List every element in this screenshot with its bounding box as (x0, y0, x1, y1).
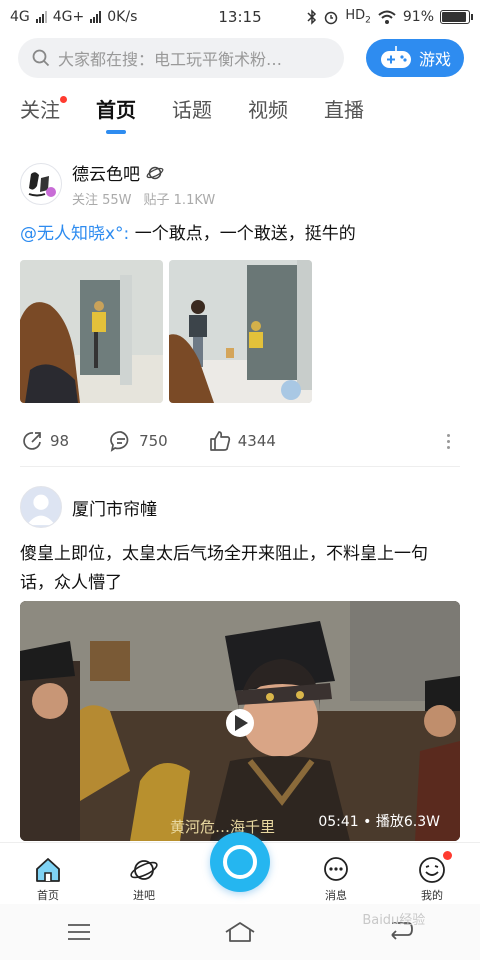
video-duration: 05:41 (318, 814, 359, 830)
default-user-icon (26, 494, 56, 526)
user-avatar[interactable] (20, 486, 62, 528)
forum-name[interactable]: 德云色吧 (72, 160, 215, 185)
post-header: 德云色吧 关注 55W 贴子 1.1KW (0, 160, 480, 208)
message-icon (324, 857, 348, 881)
tab-home[interactable]: 首页 (96, 94, 136, 134)
nav-forums[interactable]: 进吧 (96, 843, 192, 904)
forum-logo-icon (28, 172, 56, 197)
share-count: 98 (50, 432, 70, 450)
post-image-2[interactable] (169, 260, 312, 403)
smile-icon (419, 857, 445, 883)
video-subtitle: 黄河危…海千里 (170, 818, 276, 836)
tab-follow[interactable]: 关注 (20, 94, 67, 134)
game-button-label: 游戏 (418, 50, 451, 69)
thumbs-up-icon (209, 431, 230, 451)
notification-dot (60, 96, 67, 103)
gamepad-icon (380, 46, 411, 68)
status-left: 4G 4G+ 0K/s (10, 9, 137, 25)
video-frame (20, 601, 460, 841)
battery-percent: 91% (402, 9, 434, 25)
user-name[interactable]: 厦门市帘幢 (72, 495, 157, 520)
search-row: 大家都在搜：电工玩平衡术粉… 游戏 (18, 38, 464, 78)
system-navigation-bar: Baidu经验 (0, 904, 480, 960)
menu-icon[interactable] (66, 922, 92, 942)
follower-count: 关注 55W (72, 193, 132, 208)
game-button[interactable]: 游戏 (366, 39, 464, 77)
post-header: 厦门市帘幢 (0, 486, 480, 528)
active-tab-indicator (106, 130, 126, 134)
forum-avatar[interactable] (20, 163, 62, 205)
wifi-icon (378, 10, 396, 24)
forum-stats: 关注 55W 贴子 1.1KW (72, 189, 215, 208)
mention-link[interactable]: @无人知晓x°: (20, 224, 129, 244)
status-bar: 4G 4G+ 0K/s 13:15 HD2 91% (0, 0, 480, 34)
signal-icon (35, 11, 47, 23)
post-actions: 98 750 4344 (0, 421, 480, 461)
nav-home[interactable]: 首页 (0, 843, 96, 904)
feed-post[interactable]: 德云色吧 关注 55W 贴子 1.1KW @无人知晓x°: 一个敢点，一个敢送，… (0, 160, 480, 461)
like-count: 4344 (237, 432, 276, 450)
delivery-photo (169, 260, 312, 403)
hd-label: HD2 (345, 8, 371, 26)
video-thumbnail[interactable]: 黄河危…海千里 05:41 • 播放6.3W (20, 601, 460, 841)
status-right: HD2 91% (307, 8, 473, 26)
nav-messages[interactable]: 消息 (288, 843, 384, 904)
clock: 13:15 (218, 8, 262, 26)
net-speed: 0K/s (107, 9, 138, 25)
baidu-watermark: Baidu经验 (362, 913, 426, 928)
publish-button[interactable] (210, 832, 270, 892)
video-plays: 播放6.3W (375, 814, 440, 830)
share-icon (23, 432, 41, 450)
post-body[interactable]: @无人知晓x°: 一个敢点，一个敢送，挺牛的 (0, 220, 480, 248)
camera-lens-icon (223, 845, 257, 879)
share-button[interactable]: 98 (20, 429, 69, 453)
home-icon (36, 858, 60, 882)
video-meta: 05:41 • 播放6.3W (318, 814, 440, 830)
network-label-1: 4G (10, 9, 30, 25)
post-text: 一个敢点，一个敢送，挺牛的 (129, 224, 356, 244)
network-label-2: 4G+ (52, 9, 85, 25)
notification-dot (443, 851, 452, 860)
post-count: 贴子 1.1KW (143, 193, 216, 208)
comment-button[interactable]: 750 (109, 429, 168, 453)
nav-profile[interactable]: 我的 (384, 843, 480, 904)
tab-live[interactable]: 直播 (324, 94, 364, 134)
back-area[interactable]: Baidu经验 (362, 913, 425, 945)
like-button[interactable]: 4344 (208, 429, 276, 453)
battery-icon (440, 10, 473, 24)
post-image-1[interactable] (20, 260, 163, 403)
search-input[interactable]: 大家都在搜：电工玩平衡术粉… (18, 38, 344, 78)
feed-post[interactable]: 厦门市帘幢 傻皇上即位，太皇太后气场全开来阻止，不料皇上一句话，众人懵了 (0, 486, 480, 598)
post-text[interactable]: 傻皇上即位，太皇太后气场全开来阻止，不料皇上一句话，众人懵了 (0, 540, 480, 598)
post-images (0, 260, 480, 403)
tab-video[interactable]: 视频 (248, 94, 288, 134)
alarm-icon (325, 11, 338, 25)
home-nav-icon[interactable] (223, 920, 257, 944)
search-icon (32, 49, 50, 67)
comment-icon (110, 431, 129, 452)
post-divider (20, 466, 460, 467)
comment-count: 750 (139, 432, 168, 450)
signal-icon-2 (90, 11, 102, 23)
planet-badge-icon (146, 166, 164, 179)
more-options-icon[interactable] (447, 433, 450, 449)
tab-topics[interactable]: 话题 (172, 94, 212, 134)
search-placeholder: 大家都在搜：电工玩平衡术粉… (58, 50, 283, 69)
hallway-photo (20, 260, 163, 403)
planet-icon (130, 860, 158, 880)
bluetooth-icon (307, 9, 317, 25)
feed-tabs: 关注 首页 话题 视频 直播 (0, 94, 480, 134)
